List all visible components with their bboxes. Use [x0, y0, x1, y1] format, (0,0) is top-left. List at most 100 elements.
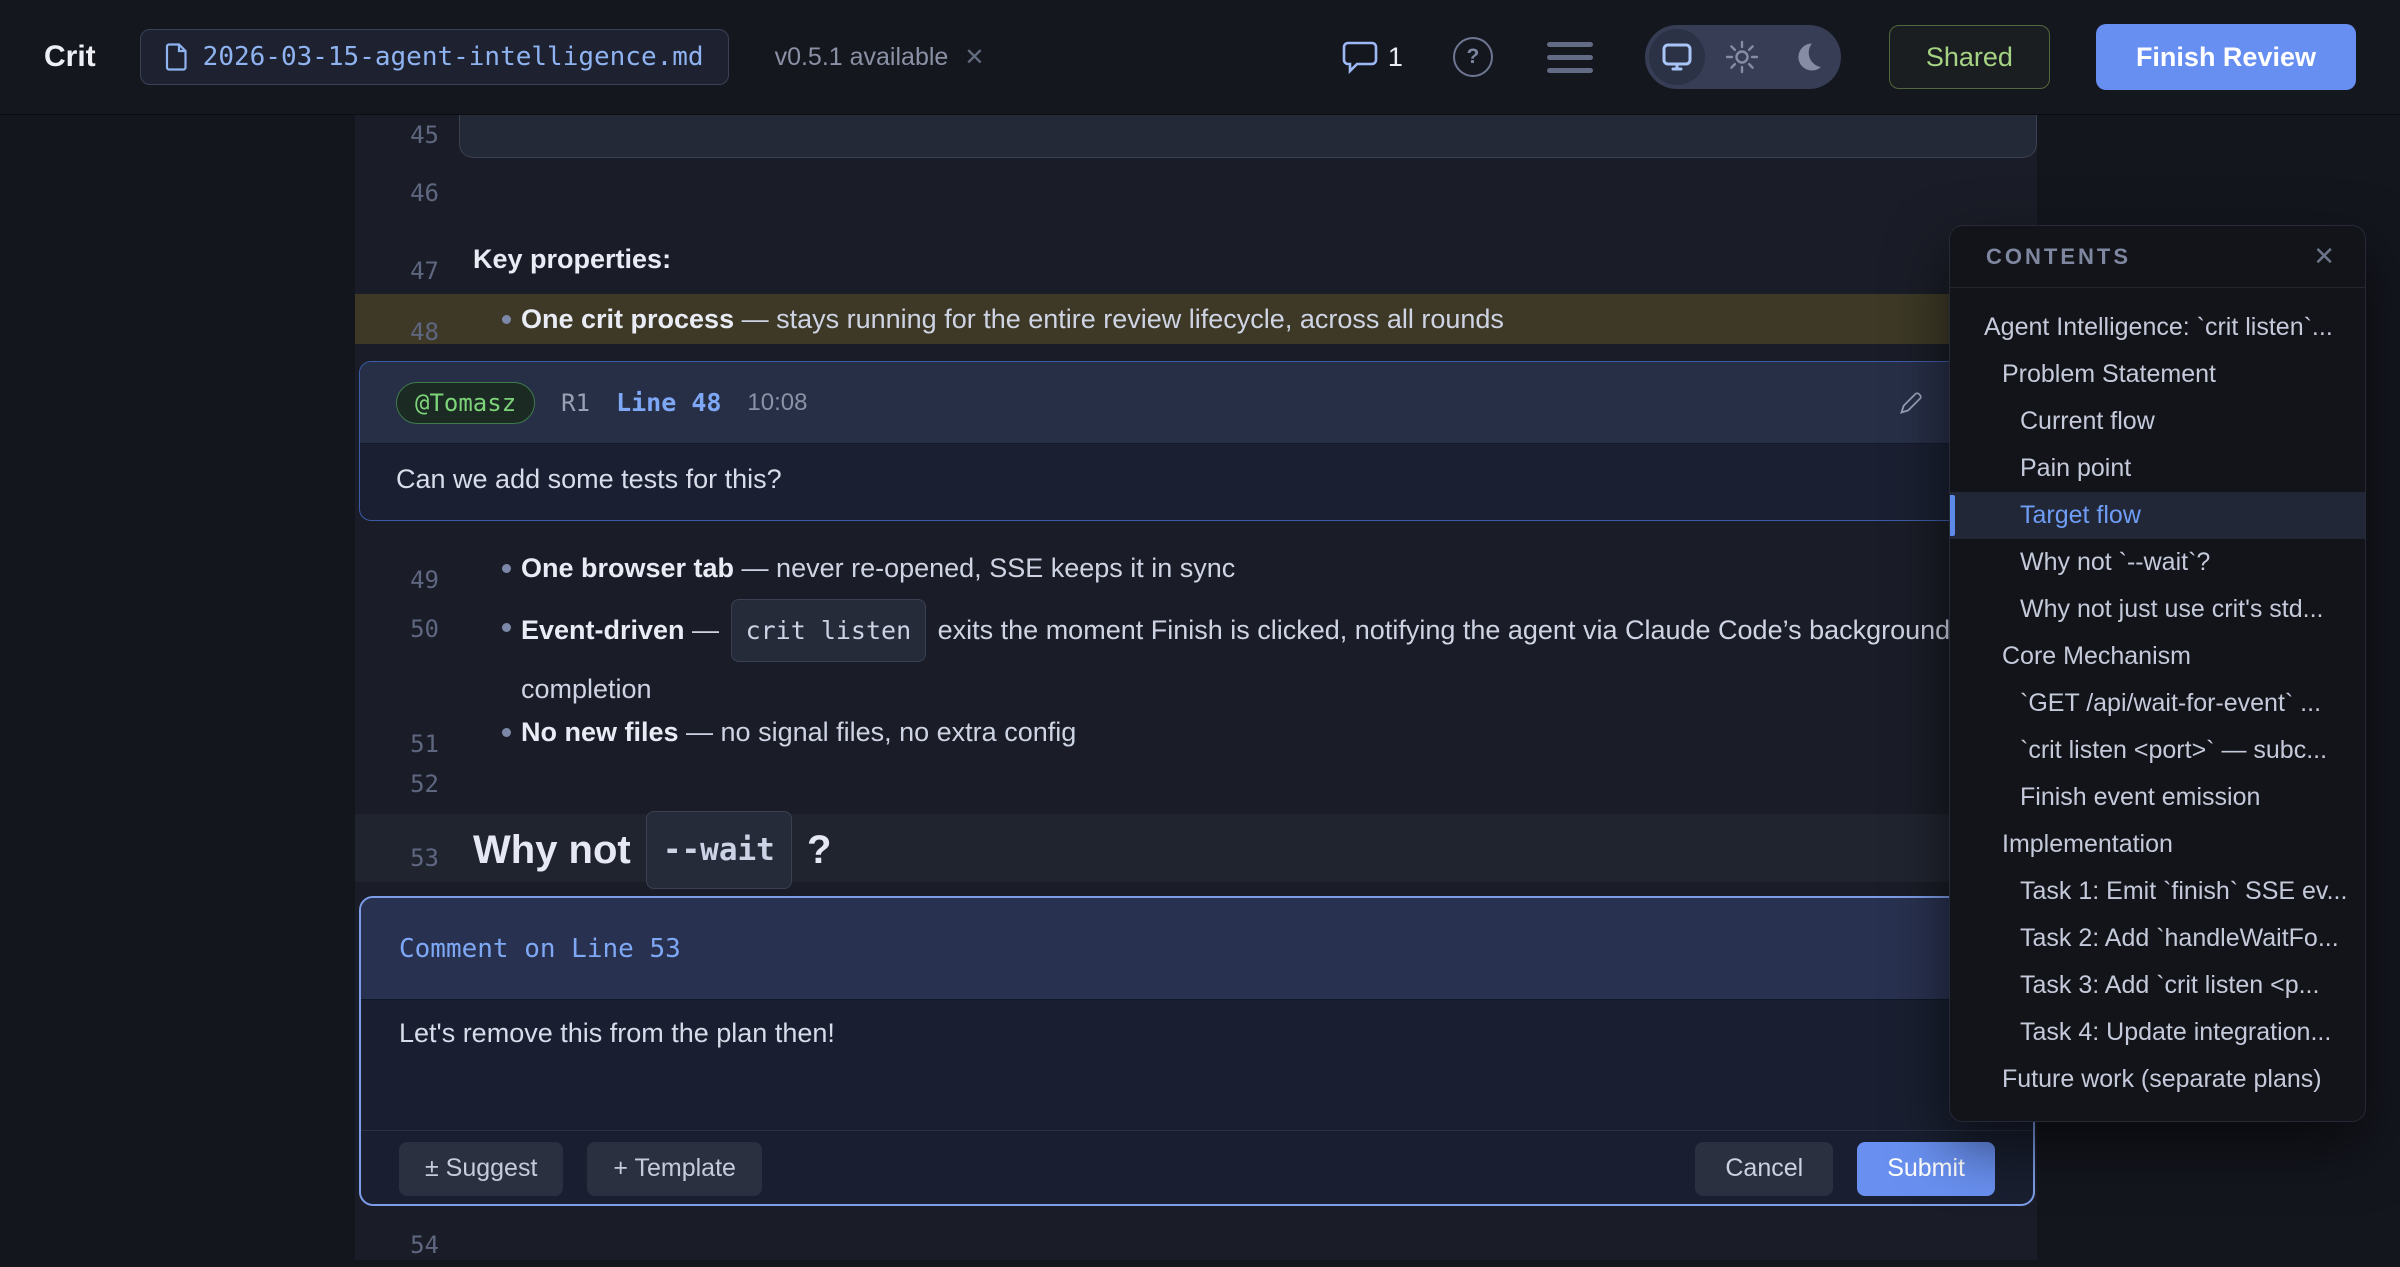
- line-number: 47: [355, 247, 439, 295]
- help-icon: ?: [1466, 45, 1479, 69]
- shared-button-label: Shared: [1926, 42, 2013, 73]
- pencil-icon: [1898, 390, 1924, 416]
- toc-item[interactable]: Core Mechanism: [1950, 633, 2365, 680]
- comment-composer: Comment on Line 53 Let's remove this fro…: [359, 896, 2035, 1206]
- close-icon[interactable]: ✕: [2313, 241, 2335, 272]
- bold-text: Event-driven: [521, 615, 685, 645]
- theme-option-system[interactable]: [1645, 25, 1710, 89]
- doc-line-45[interactable]: 45: [355, 115, 2037, 160]
- comments-indicator[interactable]: 1: [1340, 37, 1403, 77]
- toc-item-selected[interactable]: Target flow: [1950, 492, 2365, 539]
- cancel-button[interactable]: Cancel: [1695, 1142, 1833, 1196]
- toc-item[interactable]: Future work (separate plans): [1950, 1056, 2365, 1103]
- doc-line-52[interactable]: 52: [355, 758, 2037, 806]
- doc-line-46[interactable]: 46: [355, 167, 2037, 215]
- heading-text: Why not: [473, 828, 642, 872]
- template-button[interactable]: + Template: [587, 1142, 762, 1196]
- plain-text: — no signal files, no extra config: [679, 717, 1077, 747]
- update-notice: v0.5.1 available ✕: [775, 43, 985, 72]
- code-block: [459, 113, 2037, 158]
- submit-button[interactable]: Submit: [1857, 1142, 1995, 1196]
- top-bar: Crit 2026-03-15-agent-intelligence.md v0…: [0, 0, 2400, 115]
- toc-item[interactable]: Task 2: Add `handleWaitFo...: [1950, 915, 2365, 962]
- timestamp: 10:08: [747, 389, 807, 417]
- doc-line-51[interactable]: 51 No new files — no signal files, no ex…: [355, 708, 2037, 756]
- inline-code-chip: crit listen: [731, 599, 927, 662]
- line-number: 46: [355, 179, 439, 207]
- toc-item[interactable]: Task 4: Update integration...: [1950, 1009, 2365, 1056]
- document-area: 45 46 47 Key properties: 48 One crit pro…: [355, 115, 2037, 1260]
- bullet-text: No new files — no signal files, no extra…: [521, 708, 2007, 756]
- toc-item[interactable]: Implementation: [1950, 821, 2365, 868]
- comment-count: 1: [1388, 42, 1403, 73]
- toc-item[interactable]: Current flow: [1950, 398, 2365, 445]
- hamburger-menu-icon: [1547, 42, 1593, 73]
- toc-item[interactable]: Task 3: Add `crit listen <p...: [1950, 962, 2365, 1009]
- toc-item[interactable]: Finish event emission: [1950, 774, 2365, 821]
- bullet-text: Event-driven — crit listen exits the mom…: [521, 599, 2021, 717]
- theme-option-dark[interactable]: [1775, 25, 1840, 89]
- line-number: 49: [355, 556, 439, 604]
- toc-item[interactable]: `crit listen <port>` — subc...: [1950, 727, 2365, 774]
- toc-item[interactable]: Agent Intelligence: `crit listen`...: [1950, 304, 2365, 351]
- round-label: R1: [561, 389, 590, 417]
- comment-thread-header: @Tomasz R1 Line 48 10:08: [360, 362, 2034, 444]
- bullet-icon: [502, 623, 511, 632]
- finish-review-button[interactable]: Finish Review: [2096, 24, 2356, 90]
- file-icon: [165, 43, 189, 71]
- line-number: 53: [355, 824, 439, 892]
- file-chip[interactable]: 2026-03-15-agent-intelligence.md: [140, 29, 729, 85]
- doc-line-49[interactable]: 49 One browser tab — never re-opened, SS…: [355, 544, 2037, 592]
- bold-text: Key properties:: [473, 244, 671, 274]
- menu-button[interactable]: [1547, 42, 1593, 73]
- contents-panel-header: CONTENTS ✕: [1950, 226, 2365, 288]
- plain-text: — stays running for the entire review li…: [734, 304, 1504, 334]
- doc-line-50[interactable]: 50 Event-driven — crit listen exits the …: [355, 599, 2037, 709]
- cancel-button-label: Cancel: [1725, 1154, 1803, 1183]
- submit-button-label: Submit: [1887, 1154, 1965, 1183]
- line-number: 54: [355, 1231, 439, 1259]
- composer-header: Comment on Line 53: [361, 898, 2033, 1000]
- author-badge[interactable]: @Tomasz: [396, 382, 535, 424]
- bullet-icon: [502, 564, 511, 573]
- composer-toolbar: ± Suggest + Template Cancel Submit: [361, 1130, 2033, 1206]
- theme-option-light[interactable]: [1710, 25, 1775, 89]
- contents-title: CONTENTS: [1986, 244, 2131, 270]
- line-number: 45: [355, 121, 439, 149]
- toc-item[interactable]: Why not just use crit's std...: [1950, 586, 2365, 633]
- toc-item[interactable]: Pain point: [1950, 445, 2365, 492]
- paragraph-text: Key properties:: [473, 235, 2007, 283]
- section-heading: Why not --wait ?: [473, 814, 2007, 892]
- doc-line-47[interactable]: 47 Key properties:: [355, 235, 2037, 283]
- doc-line-53-heading[interactable]: 53 Why not --wait ?: [355, 814, 2037, 882]
- comment-thread: @Tomasz R1 Line 48 10:08 Can we add some…: [359, 361, 2035, 521]
- help-button[interactable]: ?: [1453, 37, 1493, 77]
- toc-item[interactable]: Problem Statement: [1950, 351, 2365, 398]
- inline-code-chip: --wait: [646, 811, 792, 889]
- suggest-button[interactable]: ± Suggest: [399, 1142, 563, 1196]
- toc-item[interactable]: Why not `--wait`?: [1950, 539, 2365, 586]
- finish-review-label: Finish Review: [2136, 42, 2316, 73]
- app-title: Crit: [44, 40, 96, 74]
- dismiss-update-icon[interactable]: ✕: [964, 43, 984, 72]
- theme-toggle[interactable]: [1645, 25, 1841, 89]
- contents-list: Agent Intelligence: `crit listen`... Pro…: [1950, 288, 2365, 1103]
- comment-body: Can we add some tests for this?: [360, 444, 2034, 515]
- toc-item[interactable]: Task 1: Emit `finish` SSE ev...: [1950, 868, 2365, 915]
- suggest-button-label: ± Suggest: [425, 1154, 537, 1183]
- comment-input[interactable]: Let's remove this from the plan then!: [361, 1000, 2033, 1130]
- shared-button[interactable]: Shared: [1889, 25, 2050, 89]
- bold-text: One browser tab: [521, 553, 734, 583]
- bold-text: No new files: [521, 717, 679, 747]
- edit-comment-button[interactable]: [1898, 390, 1924, 416]
- sun-icon: [1725, 40, 1759, 74]
- line-reference-link[interactable]: Line 48: [616, 388, 721, 417]
- plain-text: — never re-opened, SSE keeps it in sync: [734, 553, 1235, 583]
- line-number: 52: [355, 770, 439, 798]
- composer-title: Comment on Line 53: [399, 934, 681, 964]
- bold-text: One crit process: [521, 304, 734, 334]
- bullet-text: One crit process — stays running for the…: [521, 294, 2007, 344]
- update-notice-text: v0.5.1 available: [775, 43, 949, 72]
- doc-line-48-highlighted[interactable]: 48 One crit process — stays running for …: [355, 294, 2037, 344]
- toc-item[interactable]: `GET /api/wait-for-event` ...: [1950, 680, 2365, 727]
